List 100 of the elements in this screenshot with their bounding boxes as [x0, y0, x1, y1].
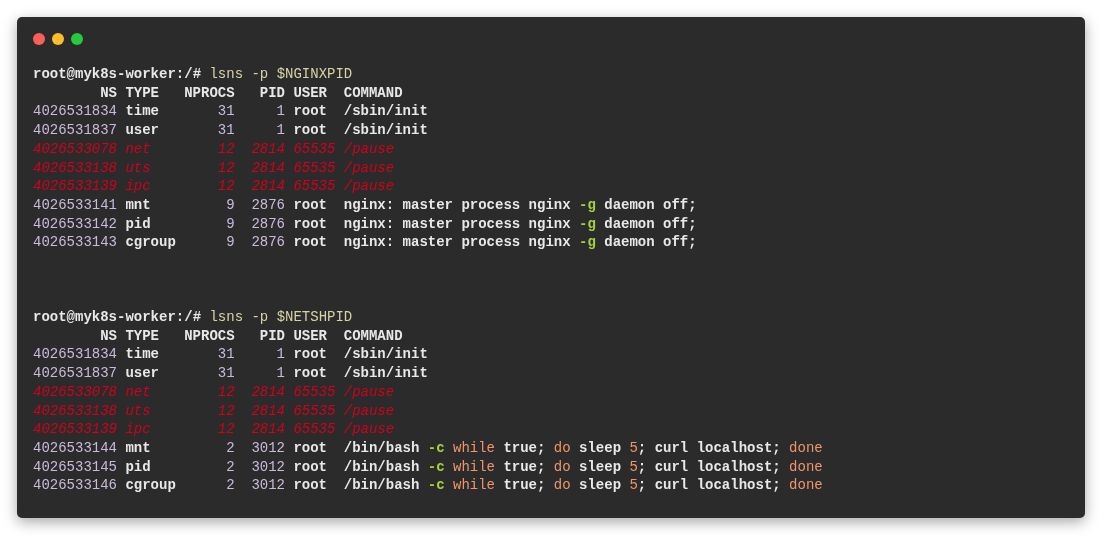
table-cell-text: 2 — [225, 438, 235, 458]
table-cell: nginx: master process nginx -g daemon off; — [343, 214, 697, 234]
table-cell-text: 9 — [225, 195, 235, 215]
table-cell-text: /pause — [343, 139, 396, 159]
table-cell-text: 12 — [216, 139, 235, 159]
table-cell-text: uts — [125, 158, 152, 178]
table-cell: 4026533145 — [33, 457, 117, 477]
table-cell-text: 12 — [216, 382, 235, 402]
table-cell-text: 12 — [216, 177, 235, 196]
column-header: NS — [99, 83, 117, 103]
table-cell: 4026533146 — [33, 476, 117, 496]
table-cell-text: 2876 — [250, 195, 285, 215]
table-cell-text: root — [293, 476, 328, 496]
command-text: lsns -p $NGINXPID — [209, 66, 353, 82]
table-cell: 4026531834 — [33, 345, 117, 365]
table-cell: 4026531837 — [33, 364, 117, 383]
table-cell: 4026533143 — [33, 233, 117, 253]
table-cell-text: mnt — [125, 195, 152, 215]
table-cell-text: /sbin/init — [343, 102, 429, 122]
table-cell-text: 31 — [216, 364, 235, 383]
table-cell-text: /pause — [343, 177, 396, 196]
table-cell-text: 2814 — [250, 158, 285, 178]
table-cell-text: user — [125, 364, 160, 383]
table-cell-text: /pause — [343, 382, 396, 402]
table-cell-text: 2876 — [250, 233, 285, 253]
table-cell-text: 1 — [275, 364, 285, 383]
table-cell-text: uts — [125, 401, 152, 421]
column-header: PID — [258, 83, 285, 103]
table-cell-text: /pause — [343, 420, 396, 439]
table-cell: /bin/bash -c while true; do sleep 5; curl localhost; done — [343, 457, 823, 477]
table-cell: nginx: master process nginx -g daemon off; — [343, 195, 697, 215]
column-header: NPROCS — [184, 83, 235, 103]
table-cell-text: 31 — [216, 121, 235, 140]
table-cell-text: 3012 — [250, 438, 285, 458]
table-cell-text: root — [293, 457, 328, 477]
table-cell: 4026533078 — [33, 139, 117, 159]
table-cell-text: pid — [125, 457, 152, 477]
column-header: NS — [99, 326, 117, 346]
table-cell-text: root — [293, 233, 328, 253]
table-cell-text: 3012 — [250, 457, 285, 477]
column-header: COMMAND — [343, 326, 404, 346]
table-cell-text: /pause — [343, 158, 396, 178]
table-cell: cgroup — [125, 476, 176, 496]
table-cell-text: pid — [125, 214, 152, 234]
table-cell-text: 2876 — [250, 214, 285, 234]
zoom-window-button[interactable] — [71, 33, 83, 45]
table-cell-text: /sbin/init — [343, 345, 429, 365]
table-cell: 65535 — [293, 420, 336, 439]
table-cell-text: root — [293, 214, 328, 234]
table-cell: 4026533078 — [33, 382, 117, 402]
table-cell: 4026533141 — [33, 195, 117, 215]
table-cell: nginx: master process nginx -g daemon off; — [343, 233, 697, 253]
table-cell-text: root — [293, 364, 328, 383]
table-cell-text: root — [293, 102, 328, 122]
table-cell-text: net — [125, 139, 152, 159]
table-cell: 4026533142 — [33, 214, 117, 234]
column-header: PID — [258, 326, 285, 346]
column-header: COMMAND — [343, 83, 404, 103]
table-cell-text: /sbin/init — [343, 121, 429, 140]
table-cell-text: 3012 — [250, 476, 285, 496]
table-cell-text: 1 — [275, 102, 285, 122]
column-header: TYPE — [125, 83, 160, 103]
column-header: USER — [293, 326, 328, 346]
shell-prompt: root@myk8s-worker:/# — [33, 66, 202, 82]
table-cell: 4026533139 — [33, 420, 117, 439]
table-cell-text: 2 — [225, 457, 235, 477]
table-cell: 65535 — [293, 401, 336, 421]
table-cell-text: 2814 — [250, 177, 285, 196]
table-cell: 65535 — [293, 158, 336, 178]
command-text: lsns -p $NETSHPID — [209, 309, 353, 326]
table-cell-text: 12 — [216, 420, 235, 439]
column-header: TYPE — [125, 326, 160, 346]
table-cell-text: 12 — [216, 401, 235, 421]
table-cell-text: net — [125, 382, 152, 402]
table-cell: 4026531834 — [33, 102, 117, 122]
table-cell-text: 2814 — [250, 401, 285, 421]
table-cell: /bin/bash -c while true; do sleep 5; curl localhost; done — [343, 476, 823, 496]
table-cell-text: time — [125, 345, 160, 365]
table-cell-text: 1 — [275, 345, 285, 365]
table-cell: 65535 — [293, 177, 336, 196]
table-cell: 4026533144 — [33, 438, 117, 458]
table-cell: 4026533139 — [33, 177, 117, 196]
table-cell: 65535 — [293, 382, 336, 402]
table-cell-text: mnt — [125, 438, 152, 458]
table-cell-text: 2814 — [250, 139, 285, 159]
minimize-window-button[interactable] — [52, 33, 64, 45]
close-window-button[interactable] — [33, 33, 45, 45]
column-header: NPROCS — [184, 326, 235, 346]
table-cell: 4026533138 — [33, 158, 117, 178]
table-cell-text: root — [293, 121, 328, 140]
table-cell-text: root — [293, 345, 328, 365]
table-cell-text: /sbin/init — [343, 364, 429, 383]
table-cell-text: 2814 — [250, 420, 285, 439]
table-cell-text: 1 — [275, 121, 285, 140]
table-cell-text: ipc — [125, 177, 152, 196]
shell-prompt: root@myk8s-worker:/# — [33, 309, 202, 326]
table-cell-text: root — [293, 195, 328, 215]
table-cell: 4026533138 — [33, 401, 117, 421]
table-cell-text: 12 — [216, 158, 235, 178]
table-cell-text: 31 — [216, 345, 235, 365]
